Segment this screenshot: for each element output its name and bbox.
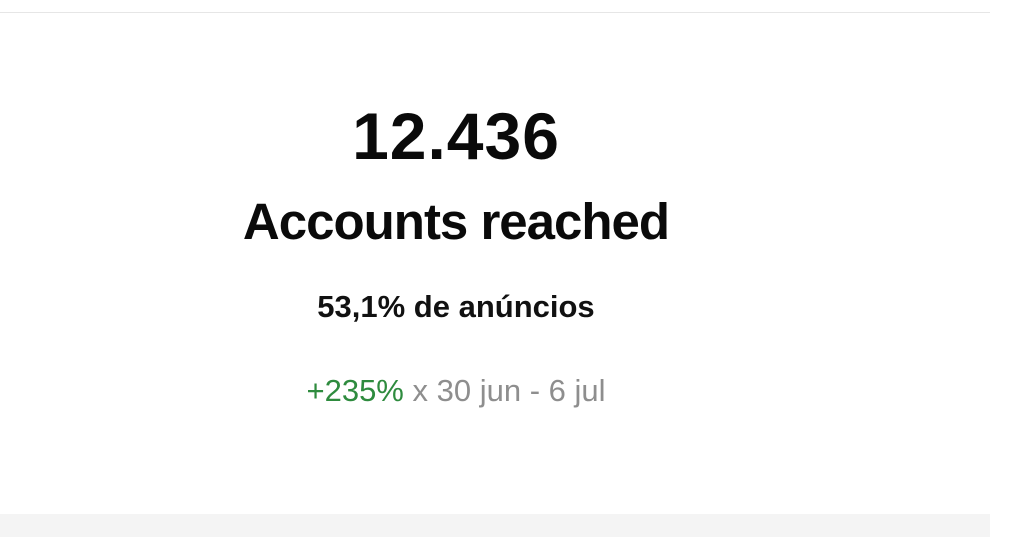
ads-share-text: 53,1% de anúncios [317, 289, 595, 324]
accounts-reached-count: 12.436 [352, 99, 560, 173]
insights-screen: 12.436 Accounts reached 53,1% de anúncio… [0, 0, 1024, 537]
right-gutter [990, 0, 1024, 537]
change-comparison: +235% x 30 jun - 6 jul [0, 372, 912, 410]
change-percent: +235% [306, 373, 404, 408]
section-separator [0, 514, 990, 537]
accounts-reached-label: Accounts reached [242, 193, 670, 250]
accounts-reached-summary: 12.436 Accounts reached 53,1% de anúncio… [0, 0, 912, 537]
comparison-period: x 30 jun - 6 jul [412, 373, 606, 408]
